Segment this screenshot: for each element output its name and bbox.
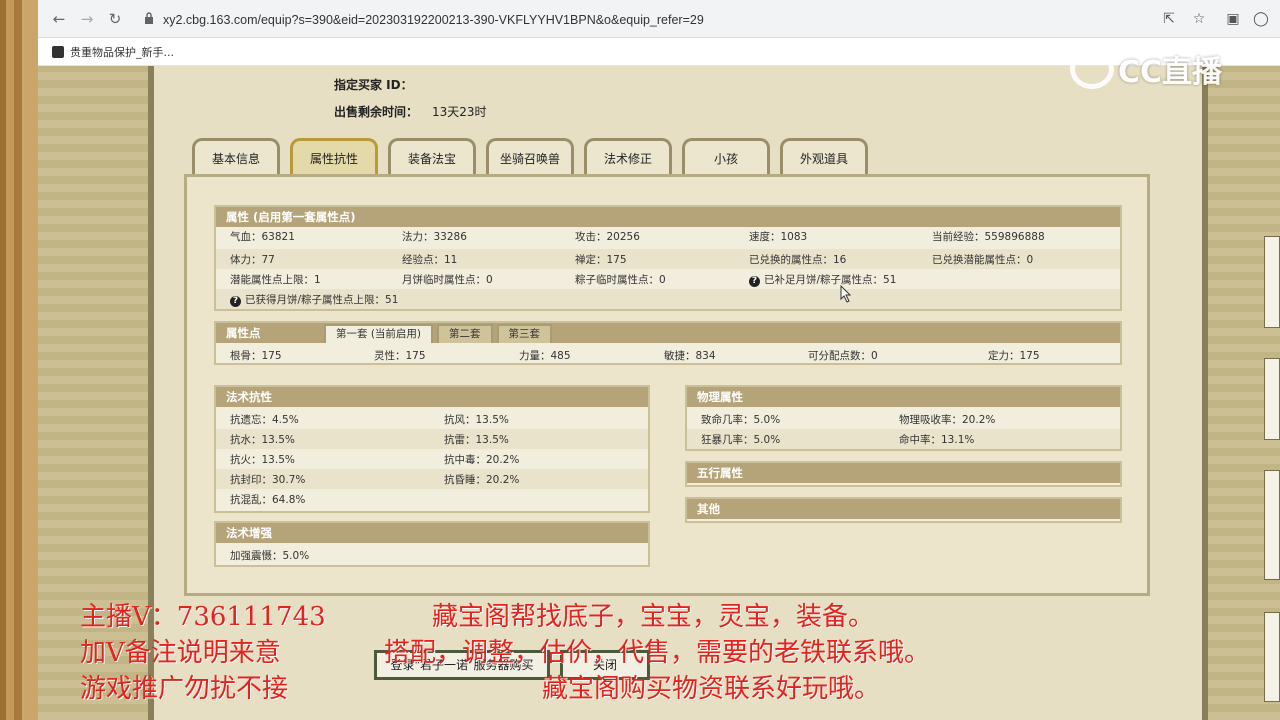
caption-service-3: 藏宝阁购买物资联系好玩哦。 [542,674,881,704]
point-spirit: 灵性：175 [374,350,426,362]
background-wood-strip [0,0,38,720]
caption-streamer-v: 主播V：736111743 [80,602,326,632]
cc-logo-ring-icon [1070,49,1114,89]
resist-sleep: 抗昏睡：20.2% [444,474,520,486]
stat-exchanged-potential: 已兑换潜能属性点：0 [932,254,1034,266]
bookmark-item[interactable]: 贵重物品保护_新手... [52,44,174,60]
help-icon[interactable]: ? [749,276,760,287]
attribute-set-tabs: 第一套 (当前启用) 第二套 第三套 [324,324,553,343]
attributes-header: 属性 (启用第一套属性点) [216,207,1120,227]
other-header: 其他 [687,499,1120,519]
browser-address-bar: ← → ↻ xy2.cbg.163.com/equip?s=390&eid=20… [38,0,1280,38]
mouse-cursor-icon [840,285,852,303]
tab-set-two[interactable]: 第二套 [437,324,493,343]
boost-shock: 加强震慑：5.0% [230,550,310,562]
tab-set-one[interactable]: 第一套 (当前启用) [324,324,434,343]
magic-resistance-header: 法术抗性 [216,387,648,407]
resist-water: 抗水：13.5% [230,434,295,446]
resist-fire: 抗火：13.5% [230,454,295,466]
bookmark-favicon-icon [52,46,64,58]
phys-hit: 命中率：13.1% [899,434,975,446]
phys-rage: 狂暴几率：5.0% [701,434,781,446]
tab-set-three[interactable]: 第三套 [496,324,553,343]
buyer-id-line: 指定买家 ID： [334,76,427,93]
star-bookmark-icon[interactable]: ☆ [1190,10,1208,28]
side-card[interactable] [1264,358,1280,440]
magic-boost-box: 法术增强 加强震慑：5.0% [214,521,650,567]
resist-poison: 抗中毒：20.2% [444,454,520,466]
point-focus: 定力：175 [988,350,1040,362]
physical-attributes-header: 物理属性 [687,387,1120,407]
caption-no-ads: 游戏推广勿扰不接 [80,674,289,704]
remaining-time-value: 13天23时 [432,105,487,119]
tab-children[interactable]: 小孩 [682,138,770,174]
lock-icon [145,12,153,24]
point-free: 可分配点数：0 [808,350,878,362]
detail-tabs: 基本信息 属性抗性 装备法宝 坐骑召唤兽 法术修正 小孩 外观道具 [192,138,868,174]
stat-stamina: 体力：77 [230,254,275,266]
physical-attributes-box: 物理属性 致命几率：5.0% 物理吸收率：20.2% 狂暴几率：5.0% 命中率… [685,385,1122,451]
other-box[interactable]: 其他 [685,497,1122,523]
share-icon[interactable]: ⇱ [1160,10,1178,28]
reload-icon[interactable]: ↻ [106,10,124,28]
caption-service-1: 藏宝阁帮找底子，宝宝，灵宝，装备。 [432,602,875,632]
phys-crit: 致命几率：5.0% [701,414,781,426]
remaining-time-line: 出售剩余时间： 13天23时 [334,103,487,120]
caption-add-v: 加V备注说明来意 [80,638,281,668]
url-text: xy2.cbg.163.com/equip?s=390&eid=20230319… [163,13,704,27]
stat-mp: 法力：33286 [402,231,467,243]
stat-obtained-cap: ? 已获得月饼/粽子属性点上限：51 [230,292,398,307]
stat-mooncake-temp: 月饼临时属性点：0 [402,274,493,286]
point-constitution: 根骨：175 [230,350,282,362]
side-card[interactable] [1264,470,1280,580]
stat-exchanged-points: 已兑换的属性点：16 [749,254,847,266]
stat-attack: 攻击：20256 [575,231,640,243]
resist-wind: 抗风：13.5% [444,414,509,426]
resist-seal: 抗封印：30.7% [230,474,306,486]
profile-icon[interactable]: ◯ [1252,10,1270,28]
tab-attributes[interactable]: 属性抗性 [290,138,378,174]
forward-arrow-icon[interactable]: → [78,10,96,28]
stat-speed: 速度：1083 [749,231,808,243]
five-elements-header: 五行属性 [687,463,1120,483]
remaining-time-label: 出售剩余时间： [334,105,419,119]
attribute-points-box: 属性点 第一套 (当前启用) 第二套 第三套 根骨：175 灵性：175 力量：… [214,321,1122,365]
side-card[interactable] [1264,612,1280,702]
tab-appearance[interactable]: 外观道具 [780,138,868,174]
tab-mounts-pets[interactable]: 坐骑召唤兽 [486,138,574,174]
stat-hp: 气血：63821 [230,231,295,243]
phys-absorb: 物理吸收率：20.2% [899,414,996,426]
cc-live-logo: CC直播 [1070,46,1238,92]
buyer-id-label: 指定买家 ID： [334,78,413,92]
magic-boost-header: 法术增强 [216,523,648,543]
stat-zongzi-temp: 粽子临时属性点：0 [575,274,666,286]
tab-magic-modifiers[interactable]: 法术修正 [584,138,672,174]
side-panel-icon[interactable]: ▣ [1224,10,1242,28]
point-strength: 力量：485 [519,350,571,362]
resist-thunder: 抗雷：13.5% [444,434,509,446]
caption-service-2: 搭配，调整，估价，代售，需要的老铁联系哦。 [384,638,931,668]
stat-potential-cap: 潜能属性点上限：1 [230,274,321,286]
point-agility: 敏捷：834 [664,350,716,362]
resist-chaos: 抗混乱：64.8% [230,494,306,506]
side-card[interactable] [1264,236,1280,328]
stat-zen: 禅定：175 [575,254,627,266]
back-arrow-icon[interactable]: ← [50,10,68,28]
bookmark-label: 贵重物品保护_新手... [70,46,174,59]
attributes-box: 属性 (启用第一套属性点) 气血：63821 法力：33286 攻击：20256… [214,205,1122,311]
resist-forget: 抗遗忘：4.5% [230,414,299,426]
attributes-panel: 属性 (启用第一套属性点) 气血：63821 法力：33286 攻击：20256… [184,174,1150,596]
url-field[interactable]: xy2.cbg.163.com/equip?s=390&eid=20230319… [141,9,1191,31]
tab-basic-info[interactable]: 基本信息 [192,138,280,174]
tab-equipment[interactable]: 装备法宝 [388,138,476,174]
stat-exp: 当前经验：559896888 [932,231,1045,243]
stat-filled-points: ? 已补足月饼/粽子属性点：51 [749,272,896,287]
help-icon[interactable]: ? [230,296,241,307]
stat-exp-points: 经验点：11 [402,254,458,266]
magic-resistance-box: 法术抗性 抗遗忘：4.5% 抗风：13.5% 抗水：13.5% 抗雷：13.5%… [214,385,650,513]
five-elements-box[interactable]: 五行属性 [685,461,1122,487]
